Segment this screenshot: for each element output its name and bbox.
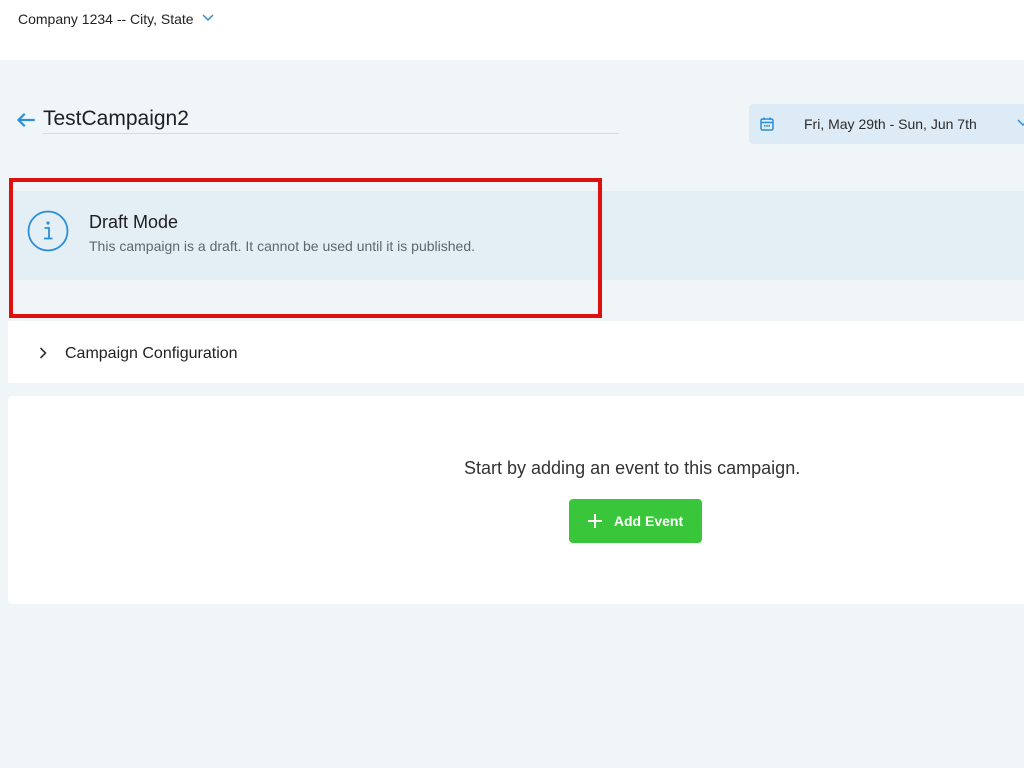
draft-mode-description: This campaign is a draft. It cannot be u… <box>89 238 475 254</box>
date-range-picker[interactable]: Fri, May 29th - Sun, Jun 7th <box>749 104 1024 144</box>
arrow-left-icon[interactable] <box>16 110 36 130</box>
campaign-configuration-label: Campaign Configuration <box>65 345 238 362</box>
empty-events-message: Start by adding an event to this campaig… <box>464 458 801 478</box>
company-selector[interactable]: Company 1234 -- City, State <box>18 11 214 27</box>
info-icon <box>27 210 69 252</box>
add-event-button[interactable]: Add Event <box>569 499 702 543</box>
chevron-down-icon <box>202 13 214 21</box>
plus-icon <box>587 514 602 528</box>
calendar-icon <box>760 117 774 131</box>
events-panel: Start by adding an event to this campaig… <box>8 396 1024 604</box>
chevron-right-icon <box>39 347 47 359</box>
draft-mode-title: Draft Mode <box>89 212 179 232</box>
top-bar: Company 1234 -- City, State <box>0 0 1024 60</box>
date-range-text: Fri, May 29th - Sun, Jun 7th <box>804 116 977 132</box>
campaign-title-row: TestCampaign2 Fri, May 29th - Sun, Jun 7… <box>0 104 1024 144</box>
company-name: Company 1234 -- City, State <box>18 11 194 27</box>
campaign-name-field[interactable]: TestCampaign2 <box>43 104 619 134</box>
chevron-down-icon <box>1017 119 1024 127</box>
add-event-label: Add Event <box>613 513 684 529</box>
draft-mode-banner: Draft Mode This campaign is a draft. It … <box>8 191 1024 280</box>
campaign-configuration-panel[interactable]: Campaign Configuration <box>8 321 1024 383</box>
